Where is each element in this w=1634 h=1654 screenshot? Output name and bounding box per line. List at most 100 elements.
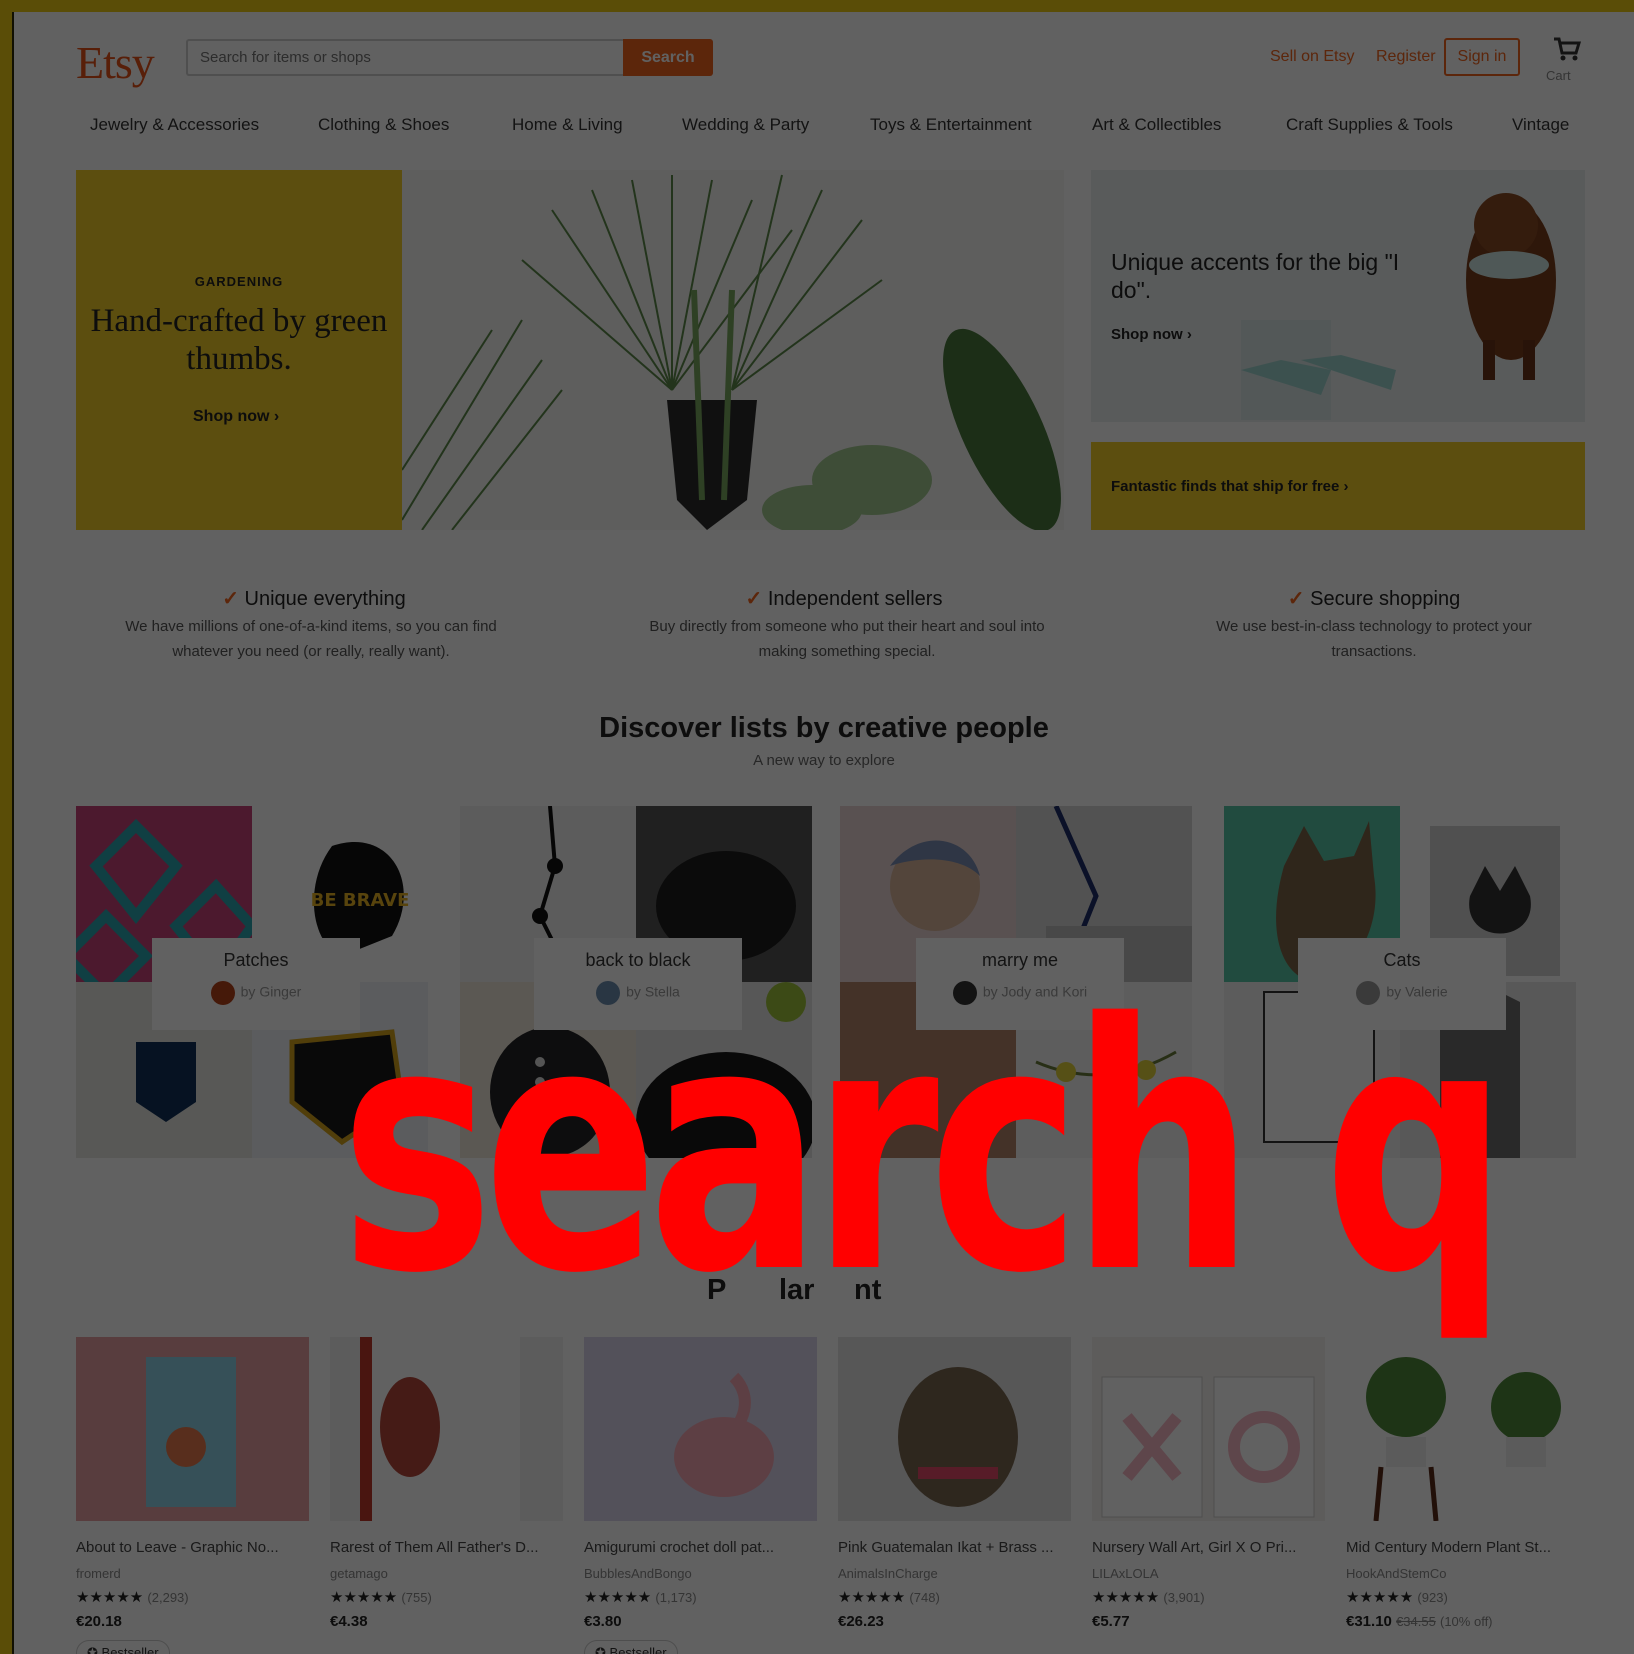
nav-vintage[interactable]: Vintage [1512, 115, 1569, 135]
product-shop: fromerd [76, 1566, 121, 1581]
wedding-shop-now-link[interactable]: Shop now › [1111, 326, 1192, 343]
product-image[interactable] [584, 1337, 817, 1521]
search-button[interactable]: Search [623, 39, 713, 76]
review-count: (1,173) [655, 1590, 697, 1605]
product-price: €26.23 [838, 1613, 884, 1630]
product-shop: HookAndStemCo [1346, 1566, 1447, 1581]
nav-art[interactable]: Art & Collectibles [1092, 115, 1221, 135]
product-rating: ★★★★★ (748) [838, 1588, 940, 1606]
list-card-back-to-black[interactable]: back to black by Stella [534, 938, 742, 1030]
star-rating-icon: ★★★★★ [584, 1589, 652, 1606]
popular-title-fragment: P [707, 1274, 727, 1306]
etsy-logo[interactable]: Etsy [76, 36, 155, 89]
price: €31.10 [1346, 1613, 1392, 1630]
value-prop-sellers-body: Buy directly from someone who put their … [649, 618, 1045, 660]
product-rating: ★★★★★ (1,173) [584, 1588, 697, 1606]
list-author: by Valerie [1298, 981, 1506, 1005]
avatar [596, 981, 621, 1005]
hero-eyebrow: GARDENING [194, 274, 284, 289]
product-title[interactable]: About to Leave - Graphic No... [76, 1539, 309, 1556]
nav-toys[interactable]: Toys & Entertainment [870, 115, 1032, 135]
cart-label: Cart [1546, 68, 1571, 83]
list-author: by Ginger [152, 981, 360, 1005]
value-prop-secure-title: ✓ Secure shopping [1287, 588, 1461, 610]
bestseller-badge: ✪ Bestseller [584, 1640, 678, 1654]
product-title[interactable]: Nursery Wall Art, Girl X O Pri... [1092, 1539, 1325, 1556]
discover-subtitle: A new way to explore [753, 752, 895, 769]
price: €4.38 [330, 1613, 368, 1630]
product-image[interactable] [76, 1337, 309, 1521]
checkmark-icon: ✓ [1287, 588, 1305, 610]
checkmark-icon: ✓ [222, 588, 239, 610]
product-image[interactable] [1346, 1337, 1579, 1521]
product-price: €4.38 [330, 1613, 368, 1630]
star-rating-icon: ★★★★★ [330, 1589, 398, 1606]
product-title[interactable]: Pink Guatemalan Ikat + Brass ... [838, 1539, 1071, 1556]
list-name: Cats [1383, 950, 1421, 970]
price: €3.80 [584, 1613, 622, 1630]
award-icon: ✪ [595, 1645, 606, 1654]
popular-title-fragment: lar [779, 1274, 815, 1306]
register-link[interactable]: Register [1376, 48, 1436, 66]
product-shop: getamago [330, 1566, 388, 1581]
product-shop: LILAxLOLA [1092, 1566, 1159, 1581]
sell-on-etsy-link[interactable]: Sell on Etsy [1270, 48, 1354, 66]
hero-shop-now-link[interactable]: Shop now › [193, 408, 279, 426]
list-card-cats[interactable]: Cats by Valerie [1298, 938, 1506, 1030]
discount: (10% off) [1440, 1614, 1493, 1629]
list-card-marry-me[interactable]: marry me by Jody and Kori [916, 938, 1124, 1030]
product-price: €20.18 [76, 1613, 122, 1630]
list-author: by Jody and Kori [916, 981, 1124, 1005]
wedding-promo-title: Unique accents for the big "I do". [1111, 249, 1400, 303]
avatar [952, 981, 977, 1005]
list-name: back to black [585, 950, 691, 970]
free-shipping-text[interactable]: Fantastic finds that ship for free › [1111, 478, 1349, 495]
price: €5.77 [1092, 1613, 1130, 1630]
product-image[interactable] [838, 1337, 1071, 1521]
product-image[interactable] [1092, 1337, 1325, 1521]
search-input[interactable] [186, 39, 623, 76]
nav-wedding[interactable]: Wedding & Party [682, 115, 809, 135]
list-name: marry me [982, 950, 1058, 970]
star-rating-icon: ★★★★★ [1092, 1589, 1160, 1606]
nav-craft-supplies[interactable]: Craft Supplies & Tools [1286, 115, 1453, 135]
product-shop: BubblesAndBongo [584, 1566, 692, 1581]
star-rating-icon: ★★★★★ [838, 1589, 906, 1606]
review-count: (2,293) [147, 1590, 189, 1605]
nav-home-living[interactable]: Home & Living [512, 115, 623, 135]
product-rating: ★★★★★ (2,293) [76, 1588, 189, 1606]
review-count: (923) [1417, 1590, 1448, 1605]
list-author: by Stella [534, 981, 742, 1005]
avatar [1356, 981, 1381, 1005]
review-count: (3,901) [1163, 1590, 1205, 1605]
product-rating: ★★★★★ (755) [330, 1588, 432, 1606]
value-prop-sellers-title: ✓ Independent sellers [745, 588, 943, 610]
star-rating-icon: ★★★★★ [1346, 1589, 1414, 1606]
bestseller-badge: ✪ Bestseller [76, 1640, 170, 1654]
product-price: €31.10 €34.55 (10% off) [1346, 1613, 1493, 1630]
nav-clothing[interactable]: Clothing & Shoes [318, 115, 449, 135]
product-price: €5.77 [1092, 1613, 1130, 1630]
cart-icon[interactable] [1552, 36, 1582, 62]
original-price: €34.55 [1396, 1614, 1436, 1629]
product-title[interactable]: Mid Century Modern Plant St... [1346, 1539, 1579, 1556]
star-rating-icon: ★★★★★ [76, 1589, 144, 1606]
nav-jewelry[interactable]: Jewelry & Accessories [90, 115, 259, 135]
award-icon: ✪ [87, 1645, 98, 1654]
value-prop-unique-body: We have millions of one-of-a-kind items,… [125, 618, 497, 660]
patch-text: BE BRAVE [311, 890, 410, 911]
review-count: (755) [401, 1590, 432, 1605]
value-prop-secure-body: We use best-in-class technology to prote… [1216, 618, 1532, 660]
product-rating: ★★★★★ (923) [1346, 1588, 1448, 1606]
etsy-homepage: Etsy Search Sell on Etsy Register Sign i… [14, 12, 1634, 1654]
product-title[interactable]: Amigurumi crochet doll pat... [584, 1539, 817, 1556]
value-prop-unique-title: ✓ Unique everything [222, 588, 406, 610]
product-title[interactable]: Rarest of Them All Father's D... [330, 1539, 563, 1556]
hero-image[interactable] [402, 170, 1064, 530]
product-image[interactable] [330, 1337, 563, 1521]
sign-in-button[interactable]: Sign in [1444, 38, 1520, 76]
product-shop: AnimalsInCharge [838, 1566, 938, 1581]
discover-title: Discover lists by creative people [599, 712, 1049, 744]
price: €26.23 [838, 1613, 884, 1630]
list-card-patches[interactable]: Patches by Ginger [152, 938, 360, 1030]
